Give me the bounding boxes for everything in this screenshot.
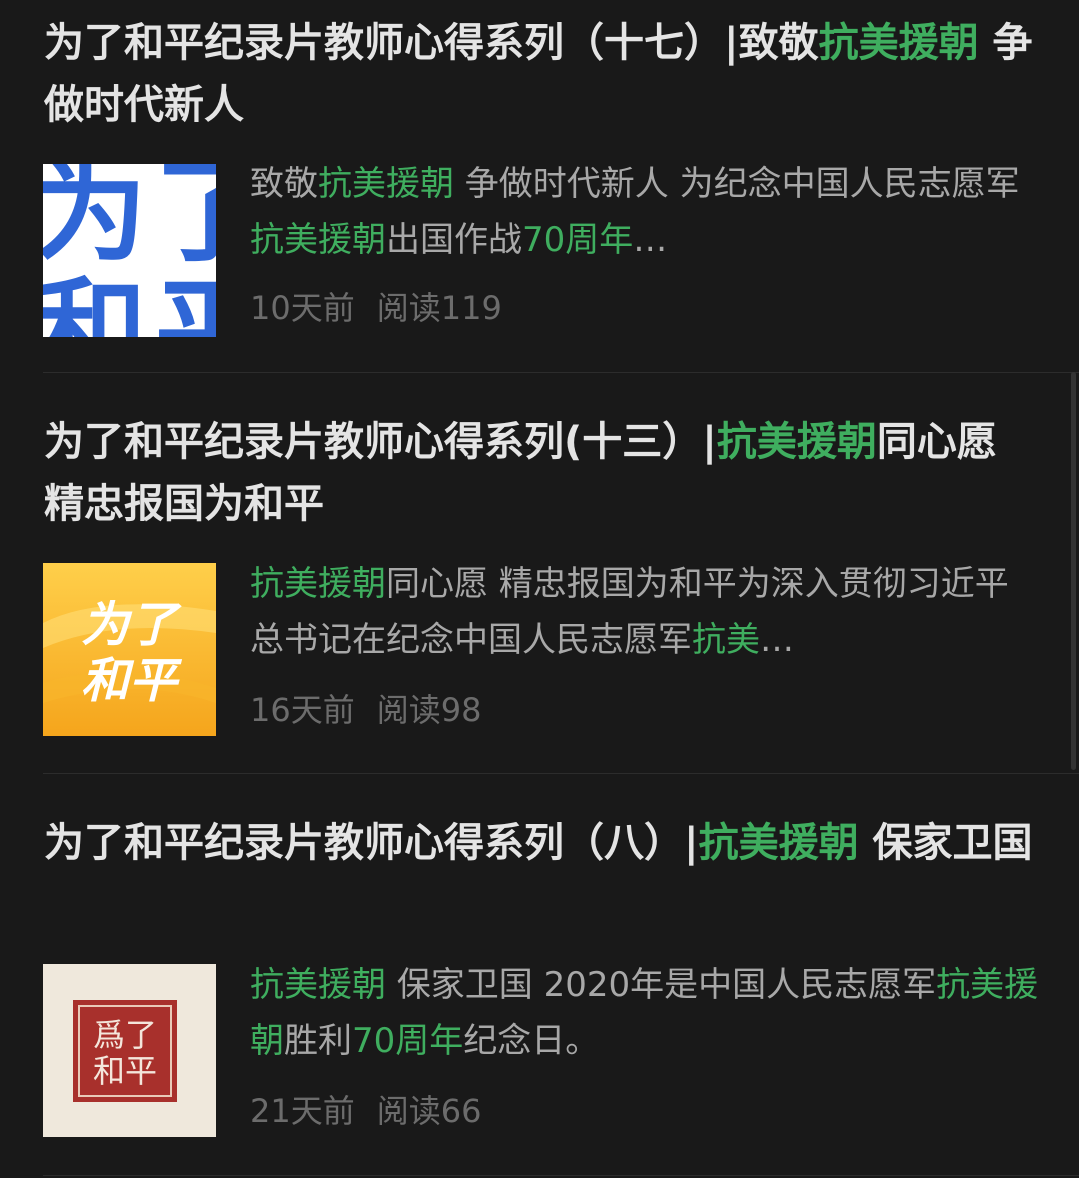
scrollbar[interactable] <box>1071 372 1076 770</box>
article-title[interactable]: 为了和平纪录片教师心得系列(十三）|抗美援朝同心愿 精忠报国为和平 <box>44 411 1044 535</box>
publish-date: 10天前 <box>250 289 355 327</box>
svg-text:和平: 和平 <box>81 653 183 709</box>
read-count: 阅读98 <box>376 691 482 729</box>
article-summary: 致敬抗美援朝 争做时代新人 为纪念中国人民志愿军抗美援朝出国作战70周年… <box>250 164 1020 260</box>
seal-thumbnail-icon[interactable]: 爲了 和平 <box>43 964 216 1137</box>
article-meta: 16天前 阅读98 <box>250 682 481 738</box>
divider <box>43 1175 1079 1176</box>
publish-date: 21天前 <box>250 1092 355 1130</box>
article-item[interactable]: 为了和平纪录片教师心得系列（十七）|致敬抗美援朝 争做时代新人 为 了 和 平 … <box>0 0 1079 372</box>
svg-text:了: 了 <box>155 164 216 277</box>
svg-text:爲了: 爲了 <box>93 1016 157 1054</box>
article-item[interactable]: 为了和平纪录片教师心得系列（八）|抗美援朝 保家卫国 爲了 和平 抗美援朝 保家… <box>0 774 1079 1178</box>
read-count: 阅读66 <box>376 1092 482 1130</box>
article-meta: 21天前 阅读66 <box>250 1083 481 1139</box>
poster-thumbnail-icon[interactable]: 为了 和平 <box>43 563 216 736</box>
read-count: 阅读119 <box>376 289 502 327</box>
article-summary: 抗美援朝 保家卫国 2020年是中国人民志愿军抗美援朝胜利70周年纪念日。 <box>250 965 1039 1061</box>
svg-text:为了: 为了 <box>81 597 182 653</box>
svg-text:平: 平 <box>155 267 216 337</box>
article-item[interactable]: 为了和平纪录片教师心得系列(十三）|抗美援朝同心愿 精忠报国为和平 为了 和平 … <box>0 373 1079 773</box>
article-feed: 为了和平纪录片教师心得系列（十七）|致敬抗美援朝 争做时代新人 为 了 和 平 … <box>0 0 1079 1178</box>
article-summary: 抗美援朝同心愿 精忠报国为和平为深入贯彻习近平总书记在纪念中国人民志愿军抗美… <box>250 564 1009 660</box>
svg-text:为: 为 <box>43 164 147 277</box>
article-title[interactable]: 为了和平纪录片教师心得系列（十七）|致敬抗美援朝 争做时代新人 <box>44 12 1044 136</box>
svg-text:和平: 和平 <box>93 1052 157 1090</box>
article-meta: 10天前 阅读119 <box>250 280 502 336</box>
svg-text:和: 和 <box>43 267 147 337</box>
poster-thumbnail-icon[interactable]: 为 了 和 平 <box>43 164 216 337</box>
article-title[interactable]: 为了和平纪录片教师心得系列（八）|抗美援朝 保家卫国 <box>44 812 1044 874</box>
publish-date: 16天前 <box>250 691 355 729</box>
